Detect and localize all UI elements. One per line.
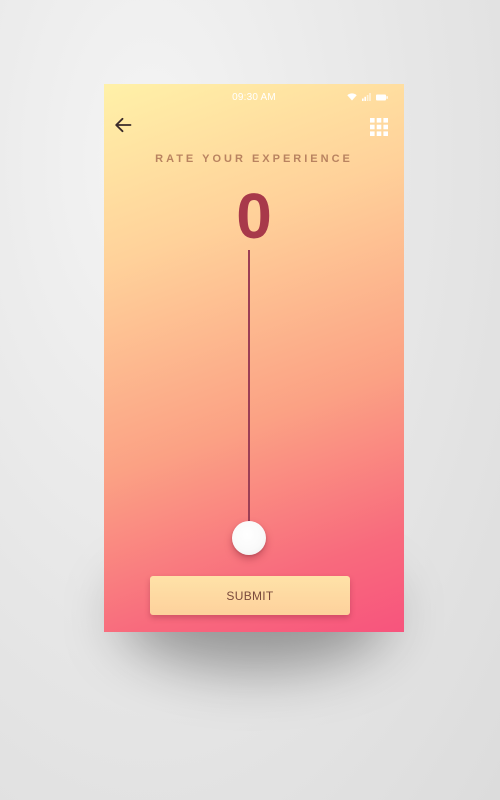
wifi-icon <box>347 93 357 101</box>
status-bar: 09:30 AM <box>104 84 404 110</box>
apps-menu-button[interactable] <box>370 118 388 136</box>
rating-slider-track[interactable] <box>248 250 250 538</box>
back-button[interactable] <box>112 116 134 138</box>
submit-button[interactable]: SUBMIT <box>150 576 350 615</box>
stage: 09:30 AM RATE YOUR EXPERIENCE 0 SUBMIT <box>0 0 500 800</box>
grid-icon <box>370 118 388 140</box>
signal-icon <box>362 93 371 101</box>
phone-screen: 09:30 AM RATE YOUR EXPERIENCE 0 SUBMIT <box>104 84 404 632</box>
rating-slider-thumb[interactable] <box>232 521 266 555</box>
arrow-left-icon <box>114 117 132 138</box>
status-icons <box>347 93 388 101</box>
page-title: RATE YOUR EXPERIENCE <box>155 153 353 165</box>
battery-icon <box>376 94 388 101</box>
rating-value: 0 <box>236 180 272 252</box>
